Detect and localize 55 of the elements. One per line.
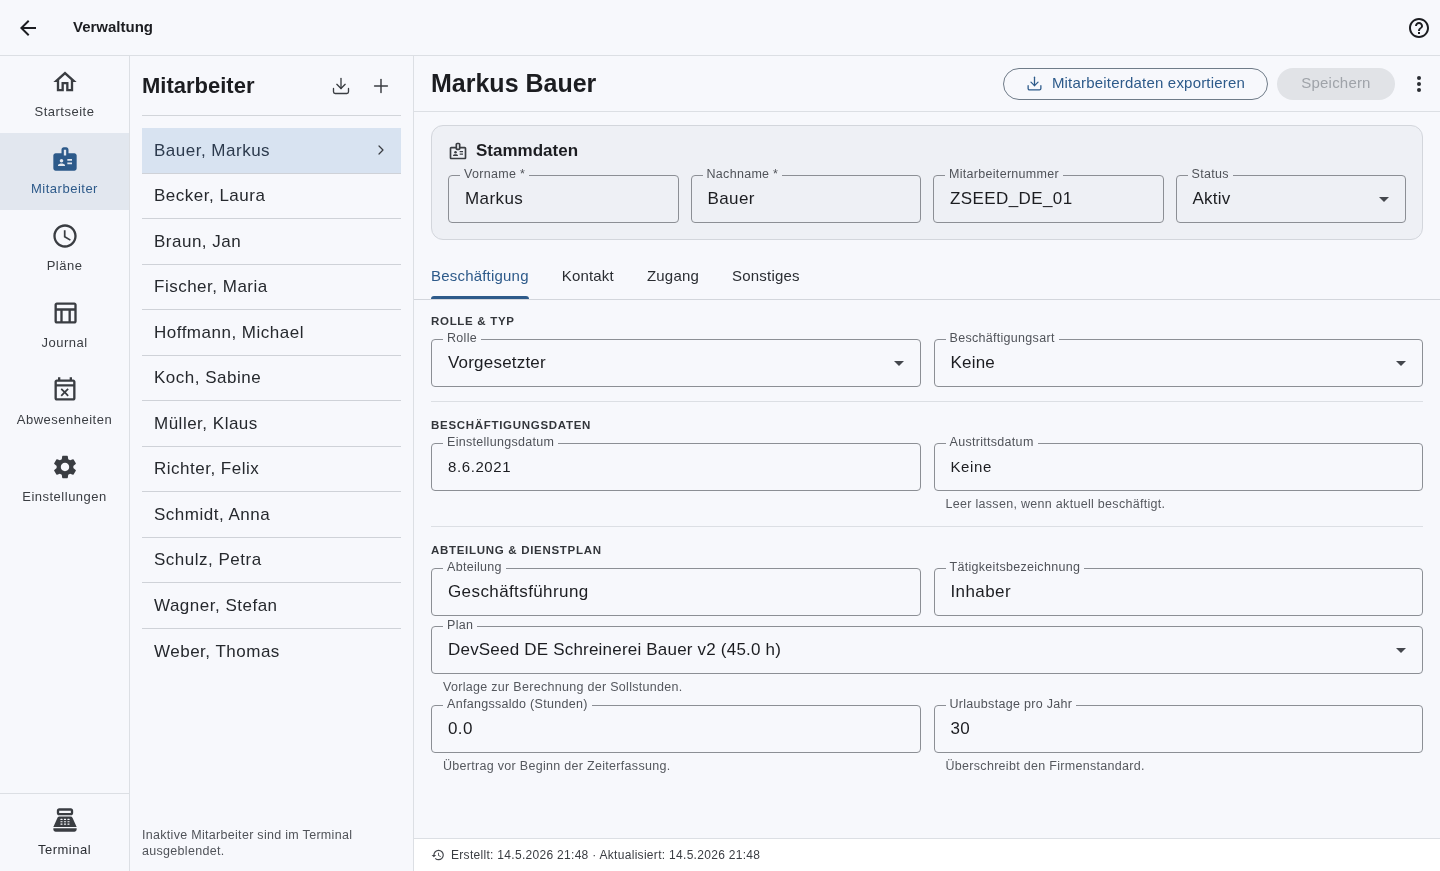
section-heading: ROLLE & TYP	[431, 314, 515, 328]
helper-text: Überschreibt den Firmenstandard.	[945, 759, 1145, 774]
tab[interactable]: Beschäftigung	[431, 254, 529, 299]
clock-icon	[50, 221, 79, 250]
tab[interactable]: Sonstiges	[732, 254, 800, 299]
employee-list-item[interactable]: Koch, Sabine	[142, 355, 401, 401]
dropdown-caret-icon	[1379, 196, 1389, 202]
employee-list-item[interactable]: Fischer, Maria	[142, 264, 401, 310]
employee-list-item[interactable]: Braun, Jan	[142, 219, 401, 265]
nav-item[interactable]: Abwesenheiten	[0, 364, 129, 441]
section-heading: BESCHÄFTIGUNGSDATEN	[431, 418, 592, 432]
download-icon	[331, 75, 351, 96]
nav-item[interactable]: Pläne	[0, 210, 129, 287]
nav-item[interactable]: Startseite	[0, 56, 129, 133]
nav-item[interactable]: Terminal	[0, 794, 129, 871]
field-label: Anfangssaldo (Stunden)	[443, 697, 592, 712]
id-badge-icon	[448, 141, 468, 161]
field-label: Urlaubstage pro Jahr	[945, 697, 1077, 712]
employee-list-item[interactable]: Becker, Laura	[142, 173, 401, 219]
cash-register-icon	[50, 805, 79, 834]
id-badge-icon	[50, 144, 79, 173]
list-footnote: Inaktive Mitarbeiter sind im Terminal ausgeblendet.	[142, 827, 354, 859]
section-heading: ABTEILUNG & DIENSTPLAN	[431, 543, 602, 557]
list-title: Mitarbeiter	[142, 72, 255, 100]
dropdown-caret-icon	[893, 360, 904, 366]
dropdown-caret-icon	[1396, 360, 1406, 366]
employee-list-item[interactable]: Hoffmann, Michael	[142, 310, 401, 356]
helper-text: Übertrag vor Beginn der Zeiterfassung.	[443, 759, 671, 774]
download-icon	[1025, 75, 1043, 92]
help-icon	[1407, 15, 1431, 40]
app-bar-title: Verwaltung	[73, 17, 154, 38]
nav-item[interactable]: Mitarbeiter	[0, 133, 129, 210]
employee-list-item[interactable]: Richter, Felix	[142, 446, 401, 492]
history-icon	[431, 848, 445, 862]
employee-list-item[interactable]: Bauer, Markus	[142, 128, 401, 174]
field-label: Einstellungsdatum	[443, 435, 559, 450]
timestamps-text: Erstellt: 14.5.2026 21:48 · Aktualisiert: 14.5.2026 21:48	[451, 847, 761, 864]
helper-text: Vorlage zur Berechnung der Sollstunden.	[443, 680, 683, 695]
nav-item[interactable]: Journal	[0, 287, 129, 364]
tab[interactable]: Zugang	[646, 254, 700, 299]
employee-list-item[interactable]: Wagner, Stefan	[142, 583, 401, 629]
tab[interactable]: Kontakt	[561, 254, 614, 299]
field-label: Tätigkeitsbezeichnung	[945, 560, 1085, 575]
card-title: Stammdaten	[476, 140, 579, 163]
more-vertical-icon	[1417, 75, 1421, 92]
field-label: Abteilung	[443, 560, 506, 575]
employee-list-item[interactable]: Müller, Klaus	[142, 401, 401, 447]
employee-list-item[interactable]: Schulz, Petra	[142, 537, 401, 583]
employee-list-item[interactable]: Weber, Thomas	[142, 628, 401, 674]
nav-item[interactable]: Einstellungen	[0, 441, 129, 518]
employee-title: Markus Bauer	[431, 67, 597, 99]
field-label: Beschäftigungsart	[945, 331, 1059, 346]
employee-list-item[interactable]: Schmidt, Anna	[142, 492, 401, 538]
helper-text: Leer lassen, wenn aktuell beschäftigt.	[945, 497, 1166, 512]
dropdown-caret-icon	[1396, 647, 1406, 653]
